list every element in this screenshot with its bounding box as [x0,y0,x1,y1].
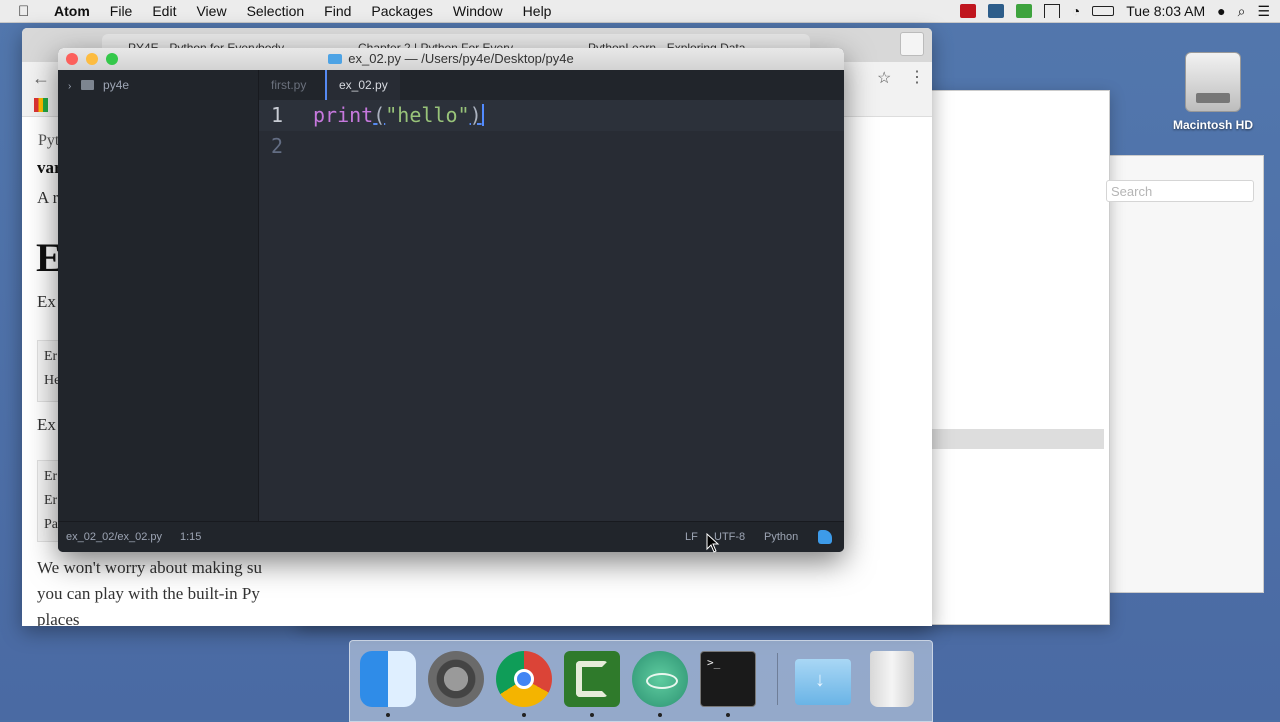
code-string: "hello" [385,103,470,127]
atom-titlebar[interactable]: ex_02.py — /Users/py4e/Desktop/py4e [58,48,844,71]
menu-view[interactable]: View [196,3,226,19]
dock-separator [777,653,778,705]
tab-label: first.py [271,78,307,92]
user-icon[interactable]: ● [1217,3,1225,19]
folder-icon [80,80,94,90]
menu-app-atom[interactable]: Atom [54,3,90,19]
wifi-icon[interactable]: ◔ [1072,3,1080,19]
running-indicator [386,713,390,717]
status-bar: ex_02_02/ex_02.py 1:15 LF UTF-8 Python [58,521,844,552]
running-indicator [726,713,730,717]
menu-edit[interactable]: Edit [152,3,176,19]
window-title: ex_02.py — /Users/py4e/Desktop/py4e [348,51,574,66]
atom-dock-icon[interactable] [632,651,688,707]
trash-icon[interactable] [870,651,914,707]
status-file-path[interactable]: ex_02_02/ex_02.py [66,522,162,552]
camtasia-dock-icon[interactable] [564,651,620,707]
green-app-icon[interactable] [1015,4,1032,18]
camtasia-c-icon [576,661,608,697]
code-function: print [313,103,374,127]
editor-pane[interactable]: first.py ex_02.py 1 2 print("hello") [259,70,844,522]
macintosh-hd[interactable]: Macintosh HD [1170,52,1256,132]
page-text: A r [37,188,59,207]
page-text: Ex [37,415,56,434]
code-box-line: Pa [44,517,58,532]
running-indicator [522,713,526,717]
code-box-line: Er [44,469,58,484]
page-text: you can play with the built-in Py [37,584,260,603]
apps-icon[interactable] [34,98,48,112]
atom-orbit-icon [646,673,678,689]
download-arrow-icon: ↓ [815,669,825,691]
chrome-center-icon [514,669,534,689]
downloads-folder-icon[interactable]: ↓ [795,659,851,705]
tab-first-py[interactable]: first.py [259,70,318,100]
battery-icon[interactable] [1092,6,1115,16]
text-cursor [481,104,484,126]
status-cursor-position[interactable]: 1:15 [180,522,201,552]
screen-icon[interactable] [987,4,1004,18]
page-crumb: Pyt [38,132,60,149]
apple-menu-icon[interactable]:  [18,3,40,20]
status-grammar[interactable]: Python [764,522,798,552]
hd-label: Macintosh HD [1172,118,1253,132]
page-text: We won't worry about making su [37,558,263,577]
menu-window[interactable]: Window [453,3,503,19]
tree-root-folder[interactable]: › py4e [68,78,129,92]
search-input[interactable]: Search [1106,180,1254,202]
menu-selection[interactable]: Selection [247,3,305,19]
system-preferences-dock-icon[interactable] [428,651,484,707]
airplay-icon[interactable] [1043,4,1060,18]
code-box-line: Er [44,493,58,508]
finder-window[interactable] [1108,155,1264,593]
menu-help[interactable]: Help [523,3,552,19]
minimize-button[interactable] [86,53,98,65]
terminal-dock-icon[interactable]: >_ [700,651,756,707]
line-number: 2 [270,134,283,158]
code-box-line: Er [44,349,58,364]
line-number-gutter[interactable]: 1 2 [259,100,309,522]
hard-drive-icon [1185,52,1241,112]
menu-clock[interactable]: Tue 8:03 AM [1126,3,1205,19]
menu-bar:  Atom File Edit View Selection Find Pac… [0,0,1280,23]
folder-icon [328,54,343,64]
dock: >_ ↓ [349,640,933,722]
status-line-ending[interactable]: LF [685,522,698,552]
menu-file[interactable]: File [110,3,133,19]
notification-center-icon[interactable]: ☰ [1257,3,1270,20]
close-button[interactable] [66,53,78,65]
profile-icon[interactable] [900,32,924,56]
bookmark-star-icon[interactable]: ☆ [877,68,891,88]
page-text: places [37,610,80,626]
code-paren-open: ( [373,103,386,127]
tree-root-label: py4e [103,78,130,92]
tab-bar: first.py ex_02.py [259,70,844,100]
recording-icon[interactable] [959,4,976,18]
line-number: 1 [270,103,283,127]
chrome-menu-icon[interactable]: ⋮ [909,67,925,87]
atom-window[interactable]: ex_02.py — /Users/py4e/Desktop/py4e › py… [58,48,844,552]
running-indicator [658,713,662,717]
spotlight-icon[interactable]: ⌕ [1238,3,1246,20]
mouse-pointer-icon [706,533,720,553]
terminal-prompt-icon: >_ [707,656,721,669]
zoom-button[interactable] [106,53,118,65]
tab-label: ex_02.py [339,78,388,92]
code-paren-close: ) [469,103,482,127]
chrome-dock-icon[interactable] [496,651,552,707]
tree-view[interactable]: › py4e [58,70,259,522]
back-icon[interactable]: ← [32,68,50,89]
tab-ex-02-py[interactable]: ex_02.py [325,70,400,100]
running-indicator [590,713,594,717]
menu-packages[interactable]: Packages [371,3,432,19]
squirrel-update-icon[interactable] [818,530,832,544]
page-text: Ex [37,292,56,311]
finder-dock-icon[interactable] [360,651,416,707]
menu-find[interactable]: Find [324,3,351,19]
code-text[interactable]: print("hello") [313,100,484,131]
chevron-right-icon[interactable]: › [68,81,71,92]
